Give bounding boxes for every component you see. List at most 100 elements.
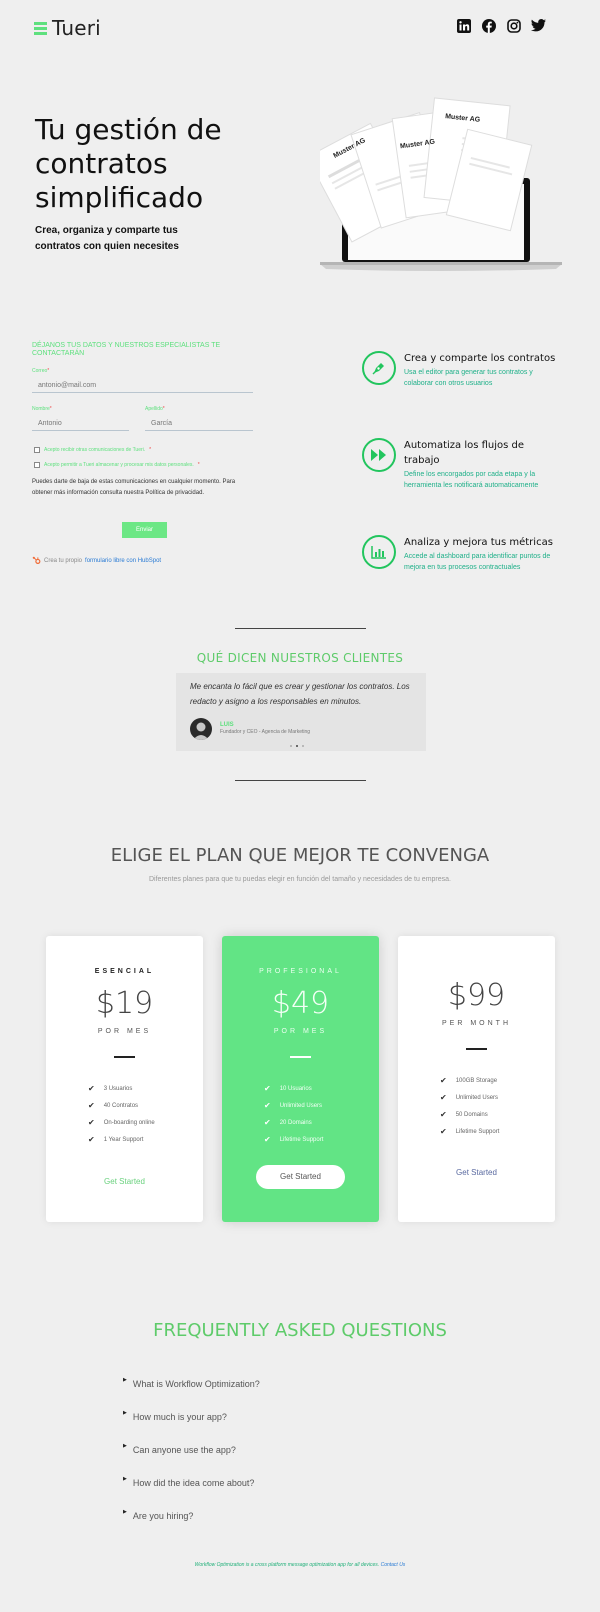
plan-divider [114,1056,135,1058]
surname-label: Apellido* [145,406,165,412]
feature-description: Usa el editor para generar tus contratos… [404,369,533,387]
hero-title: Tu gestión de contratos simplificado [35,113,222,214]
feature-title: Crea y comparte los contratos [404,353,556,364]
plan-period: POR MES [273,1028,328,1035]
check-icon: ✔ [440,1127,447,1136]
plan-feature: ✔ 20 Domains [264,1118,374,1135]
feature-description: Define los encorgados por cada etapa y l… [404,471,539,489]
faq-item[interactable]: ▶ What is Workflow Optimization? [123,1377,260,1389]
get-started-button[interactable]: Get Started [46,1177,203,1186]
plan-price: $99 [447,978,506,1013]
testimonials-heading: QUÉ DICEN NUESTROS CLIENTES [196,651,404,665]
faq-heading: FREQUENTLY ASKED QUESTIONS [153,1320,447,1341]
pricing-subheading: Diferentes planes para que tu puedas ele… [149,876,451,883]
check-icon: ✔ [440,1110,447,1119]
plan-feature: ✔ Unlimited Users [440,1093,550,1110]
divider [235,780,366,781]
plan-name: PROFESIONAL [259,968,342,975]
check-icon: ✔ [264,1135,271,1144]
plan-feature: ✔ 1 Year Support [88,1135,198,1152]
plan-features: ✔ 10 Usuarios ✔ Unlimited Users ✔ 20 Domain… [264,1084,374,1152]
plan-features: ✔ 100GB Storage ✔ Unlimited Users ✔ 50 Doma… [440,1076,550,1144]
plan-feature: ✔ 3 Usuarios [88,1084,198,1101]
plan-card-profesional: PROFESIONAL $49 POR MES ✔ 10 Usuarios ✔ Un… [222,936,379,1222]
checkbox[interactable] [34,462,40,468]
linkedin-icon[interactable] [456,18,471,33]
feature-analyze: Analiza y mejora tus métricas Accede al … [362,535,562,573]
logo-mark-icon [34,21,47,35]
form-heading: DÉJANOS TUS DATOS Y NUESTROS ESPECIALIST… [32,342,221,357]
plan-price: $19 [95,986,154,1021]
testimonial-quote: Me encanta lo fácil que es crear y gesti… [190,682,410,706]
faq-item[interactable]: ▶ How much is your app? [123,1410,227,1422]
plan-feature: ✔ 100GB Storage [440,1076,550,1093]
faq-item[interactable]: ▶ Can anyone use the app? [123,1443,236,1455]
footer-text: Workflow Optimization is a cross platfor… [194,1562,406,1568]
submit-button[interactable]: Enviar [122,522,167,538]
plan-feature: ✔ 50 Domains [440,1110,550,1127]
faq-item[interactable]: ▶ Are you hiring? [123,1509,193,1521]
carousel-dot[interactable] [296,745,298,747]
bar-chart-icon [362,535,396,569]
plan-feature: ✔ On-boarding online [88,1118,198,1135]
name-field[interactable]: Antonio [32,417,129,431]
surname-field[interactable]: García [145,417,253,431]
feature-automate: Automatiza los flujos de trabajo Define … [362,438,562,491]
logo[interactable]: Tueri [34,16,101,40]
check-icon: ✔ [88,1084,95,1093]
get-started-button[interactable]: Get Started [256,1165,345,1189]
consent-checkbox-data[interactable]: Acepto permitir a Tueri almacenar y proc… [34,462,200,468]
carousel-dot[interactable] [290,745,292,747]
faq-item[interactable]: ▶ How did the idea come about? [123,1476,254,1488]
facebook-icon[interactable] [481,18,496,33]
social-links [456,18,546,33]
testimonial-role: Fundador y CEO - Agencia de Marketing [220,729,311,735]
caret-right-icon: ▶ [123,1443,127,1449]
plan-divider [466,1048,487,1050]
feature-title: Analiza y mejora tus métricas [404,537,553,548]
check-icon: ✔ [264,1084,271,1093]
carousel-dots [290,745,304,747]
plan-feature: ✔ 10 Usuarios [264,1084,374,1101]
email-label: Correo* [32,368,50,374]
legal-text: Puedes darte de baja de estas comunicaci… [32,479,236,496]
pen-icon [362,351,396,385]
check-icon: ✔ [264,1101,271,1110]
plan-period: PER MONTH [442,1020,511,1027]
plan-name: ESENCIAL [94,968,155,975]
divider [235,628,366,629]
plan-feature: ✔ Lifetime Support [264,1135,374,1152]
twitter-icon[interactable] [531,18,546,33]
check-icon: ✔ [88,1118,95,1127]
pricing-heading: ELIGE EL PLAN QUE MEJOR TE CONVENGA [110,845,490,866]
plan-feature: ✔ 40 Contratos [88,1101,198,1118]
logo-text: Tueri [52,16,101,40]
hubspot-credit: Crea tu propio formulario libre con HubS… [32,556,161,565]
plan-card-premium: $99 PER MONTH ✔ 100GB Storage ✔ Unlimited … [398,936,555,1222]
feature-title: Automatiza los flujos de trabajo [404,440,525,466]
caret-right-icon: ▶ [123,1476,127,1482]
plan-price: $49 [271,986,330,1021]
email-field[interactable]: antonio@mail.com [32,379,253,393]
check-icon: ✔ [440,1076,447,1085]
feature-create: Crea y comparte los contratos Usa el edi… [362,351,562,389]
check-icon: ✔ [88,1135,95,1144]
feature-description: Accede al dashboard para identificar pun… [404,553,551,571]
carousel-dot[interactable] [302,745,304,747]
instagram-icon[interactable] [506,18,521,33]
caret-right-icon: ▶ [123,1410,127,1416]
check-icon: ✔ [440,1093,447,1102]
fast-forward-icon [362,438,396,472]
plan-divider [290,1056,311,1058]
consent-checkbox-communications[interactable]: Acepto recibir otras comunicaciones de T… [34,447,151,453]
contact-link[interactable]: Contact Us [381,1562,406,1568]
plan-card-esencial: ESENCIAL $19 POR MES ✔ 3 Usuarios ✔ 40 Con… [46,936,203,1222]
get-started-button[interactable]: Get Started [398,1168,555,1177]
hubspot-link[interactable]: formulario libre con HubSpot [85,558,161,564]
plan-features: ✔ 3 Usuarios ✔ 40 Contratos ✔ On-boarding o… [88,1084,198,1152]
hubspot-icon [32,556,41,564]
name-label: Nombre* [32,406,52,412]
avatar [190,718,212,740]
checkbox[interactable] [34,447,40,453]
plan-feature: ✔ Unlimited Users [264,1101,374,1118]
